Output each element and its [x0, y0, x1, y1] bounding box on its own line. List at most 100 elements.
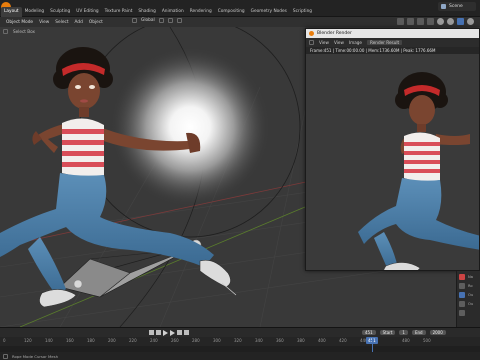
tab-animation[interactable]: Animation: [159, 7, 187, 17]
current-frame-field[interactable]: 451: [362, 330, 376, 335]
viewport-header: Object Mode View Select Add Object Globa…: [0, 17, 480, 27]
prop-label-4: Ou: [468, 302, 474, 306]
tick-label: 160: [66, 338, 74, 343]
tick-label: 300: [213, 338, 221, 343]
pivot-icon[interactable]: [158, 18, 164, 23]
select-box-icon[interactable]: [3, 29, 8, 34]
tick-label: 280: [192, 338, 200, 343]
tool-settings: Select Box: [0, 27, 300, 36]
wireframe-shading-icon[interactable]: [437, 18, 444, 25]
scene-selector[interactable]: Scene: [438, 2, 476, 11]
play-icon[interactable]: [170, 330, 175, 336]
tick-label: 500: [423, 338, 431, 343]
tick-label: 220: [129, 338, 137, 343]
prev-keyframe-icon[interactable]: [156, 330, 161, 335]
playhead[interactable]: [372, 337, 373, 352]
top-bar: Layout Modeling Sculpting UV Editing Tex…: [0, 0, 480, 17]
tick-label: 240: [150, 338, 158, 343]
tab-scripting[interactable]: Scripting: [290, 7, 315, 17]
overlay-icon[interactable]: [417, 18, 424, 25]
blender-icon: [309, 31, 314, 36]
jump-end-icon[interactable]: [184, 330, 189, 335]
tick-label: 320: [234, 338, 242, 343]
scene-icon: [441, 4, 446, 9]
tab-geometry-nodes[interactable]: Geometry Nodes: [248, 7, 290, 17]
tick-label: 380: [297, 338, 305, 343]
menu-view[interactable]: View: [36, 19, 52, 26]
frame-range-fields: 451 Start 1 End 2000: [362, 330, 446, 335]
solid-shading-icon[interactable]: [447, 18, 454, 25]
timeline-ruler[interactable]: 0 120 140 160 180 200 220 240 260 280 30…: [0, 337, 480, 346]
prop-label-3: Ou: [468, 293, 474, 297]
tick-label: 360: [276, 338, 284, 343]
scene-properties-icon[interactable]: [459, 301, 465, 307]
tool-label[interactable]: Select Box: [13, 29, 35, 34]
snap-icon[interactable]: [167, 18, 173, 23]
menu-object[interactable]: Object: [86, 19, 106, 26]
end-label[interactable]: End: [411, 330, 426, 335]
render-menu-image[interactable]: Image: [349, 40, 362, 45]
prop-label-2: Ro: [468, 284, 473, 288]
tab-layout[interactable]: Layout: [1, 7, 22, 17]
status-text: Rope Mode Cursor Mesh: [12, 353, 58, 359]
shading-controls: [397, 18, 474, 25]
visibility-icon[interactable]: [397, 18, 404, 25]
tick-label: 180: [87, 338, 95, 343]
jump-start-icon[interactable]: [149, 330, 154, 335]
next-keyframe-icon[interactable]: [177, 330, 182, 335]
playback-controls: [149, 330, 189, 336]
editor-type-icon[interactable]: [309, 40, 314, 45]
start-label[interactable]: Start: [379, 330, 396, 335]
tick-label: 400: [318, 338, 326, 343]
origin-point[interactable]: [73, 279, 83, 289]
render-window-titlebar[interactable]: Blender Render: [306, 29, 479, 38]
play-reverse-icon[interactable]: [163, 330, 168, 336]
output-properties-icon[interactable]: [459, 283, 465, 289]
material-shading-icon[interactable]: [457, 18, 464, 25]
world-properties-icon[interactable]: [459, 310, 465, 316]
render-window-menu: View View Image Render Result: [306, 38, 479, 47]
prop-label-1: Na: [468, 275, 473, 279]
render-menu-view-2[interactable]: View: [334, 40, 344, 45]
tab-texture-paint[interactable]: Texture Paint: [102, 7, 136, 17]
tab-compositing[interactable]: Compositing: [215, 7, 248, 17]
status-bar: Rope Mode Cursor Mesh: [0, 352, 480, 360]
timeline-header: 451 Start 1 End 2000: [0, 327, 480, 337]
render-info: Frame:451 | Time:00:00.00 | Mem:1736.60M…: [306, 47, 479, 54]
render-window-title: Blender Render: [317, 31, 352, 36]
tick-label: 0: [3, 338, 6, 343]
tick-label: 480: [402, 338, 410, 343]
area-light-glow[interactable]: [110, 47, 270, 207]
tab-sculpting[interactable]: Sculpting: [47, 7, 73, 17]
mode-selector[interactable]: Object Mode: [3, 19, 36, 26]
tick-label: 260: [171, 338, 179, 343]
tab-shading[interactable]: Shading: [135, 7, 158, 17]
tick-label: 120: [24, 338, 32, 343]
proportional-icon[interactable]: [176, 18, 182, 23]
tab-modeling[interactable]: Modeling: [22, 7, 48, 17]
tick-label: 200: [108, 338, 116, 343]
tick-label: 340: [255, 338, 263, 343]
end-frame-field[interactable]: 2000: [429, 330, 446, 335]
rendered-shading-icon[interactable]: [467, 18, 474, 25]
render-result-image: [306, 54, 479, 270]
gizmo-icon[interactable]: [407, 18, 414, 25]
workspace-tabs: Layout Modeling Sculpting UV Editing Tex…: [1, 7, 315, 17]
orientation-icon: [132, 18, 137, 23]
menu-add[interactable]: Add: [72, 19, 86, 26]
transform-orientation[interactable]: Global: [132, 18, 182, 23]
mouse-icon: [3, 353, 8, 359]
xray-icon[interactable]: [427, 18, 434, 25]
view-layer-icon[interactable]: [459, 292, 465, 298]
render-menu-view[interactable]: View: [319, 40, 329, 45]
start-frame-field[interactable]: 1: [399, 330, 408, 335]
tab-uv-editing[interactable]: UV Editing: [73, 7, 101, 17]
scene-label: Scene: [449, 4, 463, 9]
render-window[interactable]: Blender Render View View Image Render Re…: [305, 28, 480, 271]
menu-select[interactable]: Select: [52, 19, 71, 26]
properties-strip: Na Ro Ou Ou: [456, 271, 480, 327]
render-properties-icon[interactable]: [459, 274, 465, 280]
tab-rendering[interactable]: Rendering: [187, 7, 215, 17]
render-slot-selector[interactable]: Render Result: [367, 40, 403, 45]
orientation-label: Global: [141, 18, 155, 23]
